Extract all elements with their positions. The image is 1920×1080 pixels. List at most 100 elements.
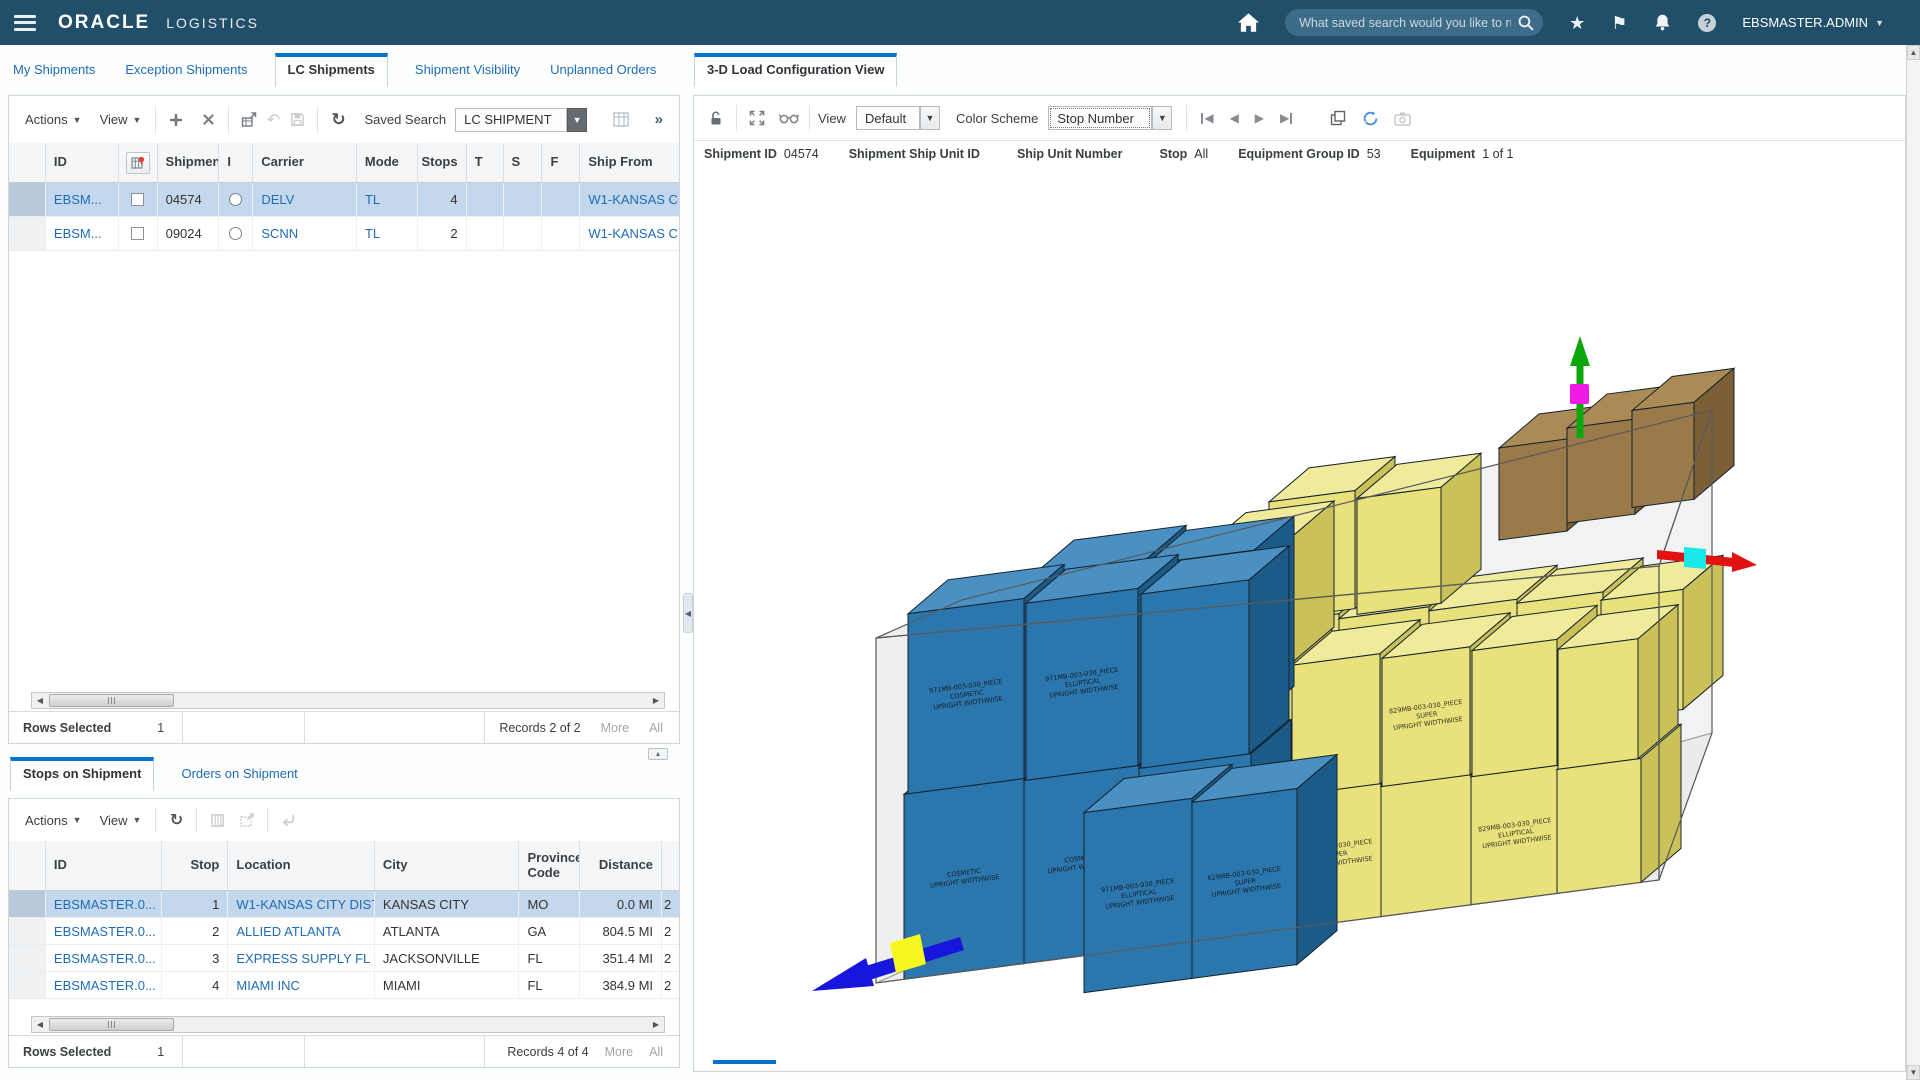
stop-id-link[interactable]: EBSMASTER.0... (54, 924, 156, 939)
detach-table-button[interactable] (235, 808, 259, 832)
col-f[interactable]: F (542, 143, 580, 182)
tab-exception-shipments[interactable]: Exception Shipments (122, 54, 250, 86)
snapshot-button[interactable] (1390, 106, 1414, 130)
col-shipment[interactable]: Shipment (158, 143, 220, 182)
col-distance[interactable]: Distance (580, 841, 662, 890)
toolbar-overflow-button[interactable]: » (655, 111, 663, 128)
go-to-parent-button[interactable] (276, 808, 300, 832)
home-icon[interactable] (1238, 13, 1259, 32)
nav-next-button[interactable]: ▶ (1255, 111, 1264, 125)
col-t[interactable]: T (467, 143, 504, 182)
indicator-radio[interactable] (229, 227, 242, 240)
nav-prev-button[interactable]: ◀ (1230, 111, 1239, 125)
col-s[interactable]: S (504, 143, 543, 182)
tab-stops-on-shipment[interactable]: Stops on Shipment (10, 757, 154, 791)
shipment-id-link[interactable]: EBSM... (54, 226, 102, 241)
more-link[interactable]: More (605, 1045, 633, 1059)
page-vertical-scrollbar[interactable]: ▲ ▼ (1906, 45, 1920, 1080)
panel-splitter-handle[interactable]: ◀ (683, 593, 693, 633)
collapse-panel-button[interactable]: ▲ (648, 748, 668, 760)
stop-id-link[interactable]: EBSMASTER.0... (54, 978, 156, 993)
scroll-right-arrow[interactable]: ▶ (648, 693, 664, 708)
lock-button[interactable] (704, 106, 728, 130)
col-stop[interactable]: Stop (162, 841, 229, 890)
shipment-id-link[interactable]: EBSM... (54, 192, 102, 207)
add-button[interactable] (164, 108, 188, 132)
table-row[interactable]: EBSM... 04574 DELV TL 4 W1-KANSAS CI (9, 183, 679, 217)
help-icon[interactable]: ? (1698, 14, 1716, 32)
view-select[interactable]: Default (856, 106, 920, 130)
tab-my-shipments[interactable]: My Shipments (10, 54, 98, 86)
col-city[interactable]: City (375, 841, 520, 890)
col-map[interactable] (119, 143, 158, 182)
horizontal-scrollbar[interactable]: ◀ ▶ (31, 692, 665, 709)
col-id[interactable]: ID (46, 841, 162, 890)
favorites-star-icon[interactable]: ★ (1569, 14, 1585, 32)
tab-shipment-visibility[interactable]: Shipment Visibility (412, 54, 523, 86)
carrier-link[interactable]: DELV (261, 192, 294, 207)
more-link[interactable]: More (601, 721, 629, 735)
load-3d-canvas[interactable]: 829MB-003-030_PIECESUPERUPRIGHT WIDTHWIS… (694, 168, 1905, 1068)
actions-menu-button[interactable]: Actions▼ (19, 809, 88, 832)
save-button[interactable] (285, 108, 309, 132)
table-row[interactable]: EBSMASTER.0... 3 EXPRESS SUPPLY FL JACKS… (9, 945, 679, 972)
tab-lc-shipments[interactable]: LC Shipments (275, 53, 388, 87)
scroll-left-arrow[interactable]: ◀ (32, 1017, 48, 1032)
flag-icon[interactable]: ⚑ (1611, 14, 1627, 32)
user-menu[interactable]: EBSMASTER.ADMIN ▼ (1742, 15, 1884, 30)
scroll-right-arrow[interactable]: ▶ (648, 1017, 664, 1032)
all-link[interactable]: All (649, 1045, 663, 1059)
stop-id-link[interactable]: EBSMASTER.0... (54, 951, 156, 966)
mode-link[interactable]: TL (365, 226, 380, 241)
tab-3d-load-configuration[interactable]: 3-D Load Configuration View (694, 53, 897, 87)
ship-from-link[interactable]: W1-KANSAS CI (588, 192, 679, 207)
view-menu-button[interactable]: View▼ (94, 809, 148, 832)
ship-from-link[interactable]: W1-KANSAS CI (588, 226, 679, 241)
search-input[interactable] (1285, 9, 1543, 36)
table-row[interactable]: EBSM... 09024 SCNN TL 2 W1-KANSAS CI (9, 217, 679, 251)
location-link[interactable]: MIAMI INC (236, 978, 300, 993)
color-scheme-dropdown-button[interactable]: ▼ (1152, 106, 1172, 130)
table-row[interactable]: EBSMASTER.0... 1 W1-KANSAS CITY DISTR...… (9, 891, 679, 918)
nav-first-button[interactable]: ◀ (1201, 111, 1213, 125)
col-mode[interactable]: Mode (357, 143, 418, 182)
view-dropdown-button[interactable]: ▼ (920, 106, 940, 130)
scroll-up-arrow[interactable]: ▲ (1907, 45, 1920, 60)
indicator-radio[interactable] (229, 193, 242, 206)
scrollbar-thumb[interactable] (49, 694, 174, 707)
scrollbar-thumb[interactable] (49, 1018, 174, 1031)
col-province-code[interactable]: Province Code (519, 841, 580, 890)
checkbox[interactable] (131, 193, 144, 206)
location-link[interactable]: W1-KANSAS CITY DISTR... (236, 897, 375, 912)
mode-link[interactable]: TL (365, 192, 380, 207)
detach-table-button[interactable] (237, 108, 261, 132)
col-carrier[interactable]: Carrier (253, 143, 357, 182)
checkbox[interactable] (131, 227, 144, 240)
scroll-left-arrow[interactable]: ◀ (32, 693, 48, 708)
col-location[interactable]: Location (228, 841, 375, 890)
location-link[interactable]: EXPRESS SUPPLY FL (236, 951, 370, 966)
grid-button[interactable] (609, 108, 633, 132)
hamburger-menu-icon[interactable] (14, 15, 36, 31)
saved-search-dropdown-button[interactable]: ▼ (567, 108, 587, 132)
search-icon[interactable] (1517, 14, 1534, 31)
col-ship-from[interactable]: Ship From (580, 143, 679, 182)
col-id[interactable]: ID (46, 143, 119, 182)
notifications-bell-icon[interactable] (1653, 13, 1672, 32)
carrier-link[interactable]: SCNN (261, 226, 298, 241)
color-scheme-select[interactable]: Stop Number (1048, 106, 1152, 130)
freeze-button[interactable] (205, 808, 229, 832)
stop-id-link[interactable]: EBSMASTER.0... (54, 897, 156, 912)
col-i[interactable]: I (219, 143, 253, 182)
col-stops[interactable]: Stops (418, 143, 467, 182)
nav-last-button[interactable]: ▶ (1280, 111, 1292, 125)
location-link[interactable]: ALLIED ATLANTA (236, 924, 340, 939)
actions-menu-button[interactable]: Actions▼ (19, 108, 88, 131)
view-menu-button[interactable]: View▼ (94, 108, 148, 131)
view-all-button[interactable] (777, 106, 801, 130)
saved-search-select[interactable]: LC SHIPMENT (455, 108, 567, 132)
table-row[interactable]: EBSMASTER.0... 4 MIAMI INC MIAMI FL 384.… (9, 972, 679, 999)
tab-orders-on-shipment[interactable]: Orders on Shipment (178, 758, 300, 790)
horizontal-scrollbar[interactable]: ◀ ▶ (31, 1016, 665, 1033)
undo-button[interactable]: ↶ (261, 108, 285, 132)
